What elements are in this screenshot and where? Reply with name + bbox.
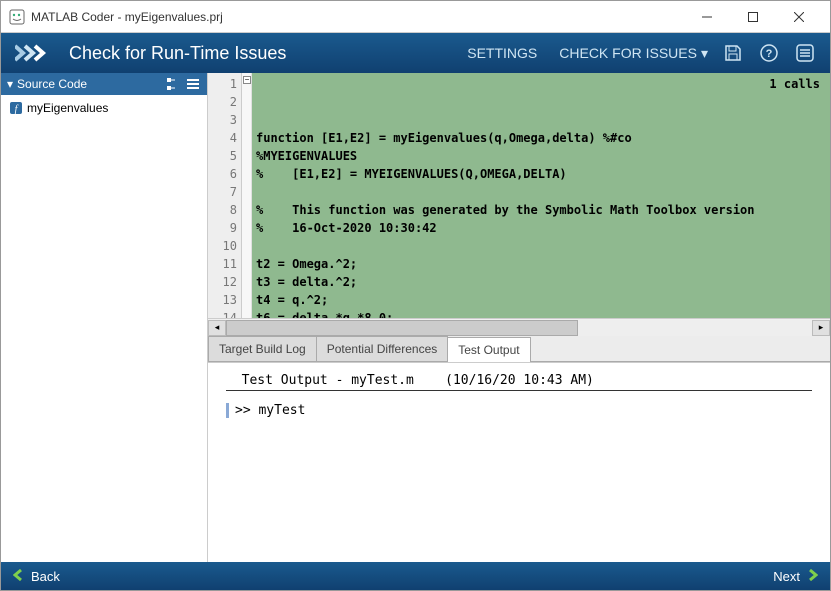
line-gutter: 1234567891011121314 bbox=[208, 73, 242, 318]
tab[interactable]: Test Output bbox=[447, 337, 530, 362]
page-title: Check for Run-Time Issues bbox=[69, 43, 445, 64]
check-issues-dropdown[interactable]: CHECK FOR ISSUES ▾ bbox=[559, 45, 708, 62]
test-output-heading: Test Output - myTest.m (10/16/20 10:43 A… bbox=[226, 373, 812, 391]
help-icon[interactable]: ? bbox=[758, 42, 780, 64]
sidebar-title: Source Code bbox=[17, 77, 161, 91]
check-issues-label: CHECK FOR ISSUES bbox=[559, 45, 697, 61]
chevron-left-icon bbox=[13, 569, 25, 584]
window-title: MATLAB Coder - myEigenvalues.prj bbox=[31, 10, 684, 24]
horizontal-scrollbar[interactable]: ◂ ▸ bbox=[208, 318, 830, 336]
chevron-down-icon: ▾ bbox=[7, 77, 13, 91]
menu-icon[interactable] bbox=[794, 42, 816, 64]
test-output-pane: Test Output - myTest.m (10/16/20 10:43 A… bbox=[208, 362, 830, 562]
back-button[interactable]: Back bbox=[13, 569, 60, 584]
source-tree: f myEigenvalues bbox=[1, 95, 207, 562]
close-button[interactable] bbox=[776, 2, 822, 32]
next-button[interactable]: Next bbox=[773, 569, 818, 584]
scroll-track[interactable] bbox=[226, 320, 812, 336]
function-file-icon: f bbox=[9, 101, 23, 115]
tree-view-icon[interactable] bbox=[165, 76, 181, 92]
calls-badge: 1 calls bbox=[769, 75, 820, 93]
back-label: Back bbox=[31, 569, 60, 584]
test-output-line: >> myTest bbox=[226, 403, 812, 418]
settings-link[interactable]: SETTINGS bbox=[467, 45, 537, 61]
svg-text:?: ? bbox=[766, 48, 773, 60]
save-icon[interactable] bbox=[722, 42, 744, 64]
app-icon bbox=[9, 9, 25, 25]
tree-item[interactable]: f myEigenvalues bbox=[5, 99, 203, 117]
chevron-down-icon: ▾ bbox=[701, 45, 708, 62]
fold-toggle-icon[interactable]: − bbox=[243, 76, 251, 84]
tab[interactable]: Target Build Log bbox=[208, 336, 317, 361]
flat-view-icon[interactable] bbox=[185, 76, 201, 92]
scroll-left-button[interactable]: ◂ bbox=[208, 320, 226, 336]
tree-item-label: myEigenvalues bbox=[27, 101, 108, 115]
next-label: Next bbox=[773, 569, 800, 584]
chevrons-icon bbox=[15, 43, 55, 63]
maximize-button[interactable] bbox=[730, 2, 776, 32]
tab[interactable]: Potential Differences bbox=[316, 336, 449, 361]
fold-strip: − bbox=[242, 73, 252, 318]
scroll-right-button[interactable]: ▸ bbox=[812, 320, 830, 336]
scroll-thumb[interactable] bbox=[226, 320, 578, 336]
minimize-button[interactable] bbox=[684, 2, 730, 32]
chevron-right-icon bbox=[806, 569, 818, 584]
output-tabs: Target Build LogPotential DifferencesTes… bbox=[208, 336, 830, 362]
code-editor[interactable]: 1 calls function [E1,E2] = myEigenvalues… bbox=[252, 73, 830, 318]
